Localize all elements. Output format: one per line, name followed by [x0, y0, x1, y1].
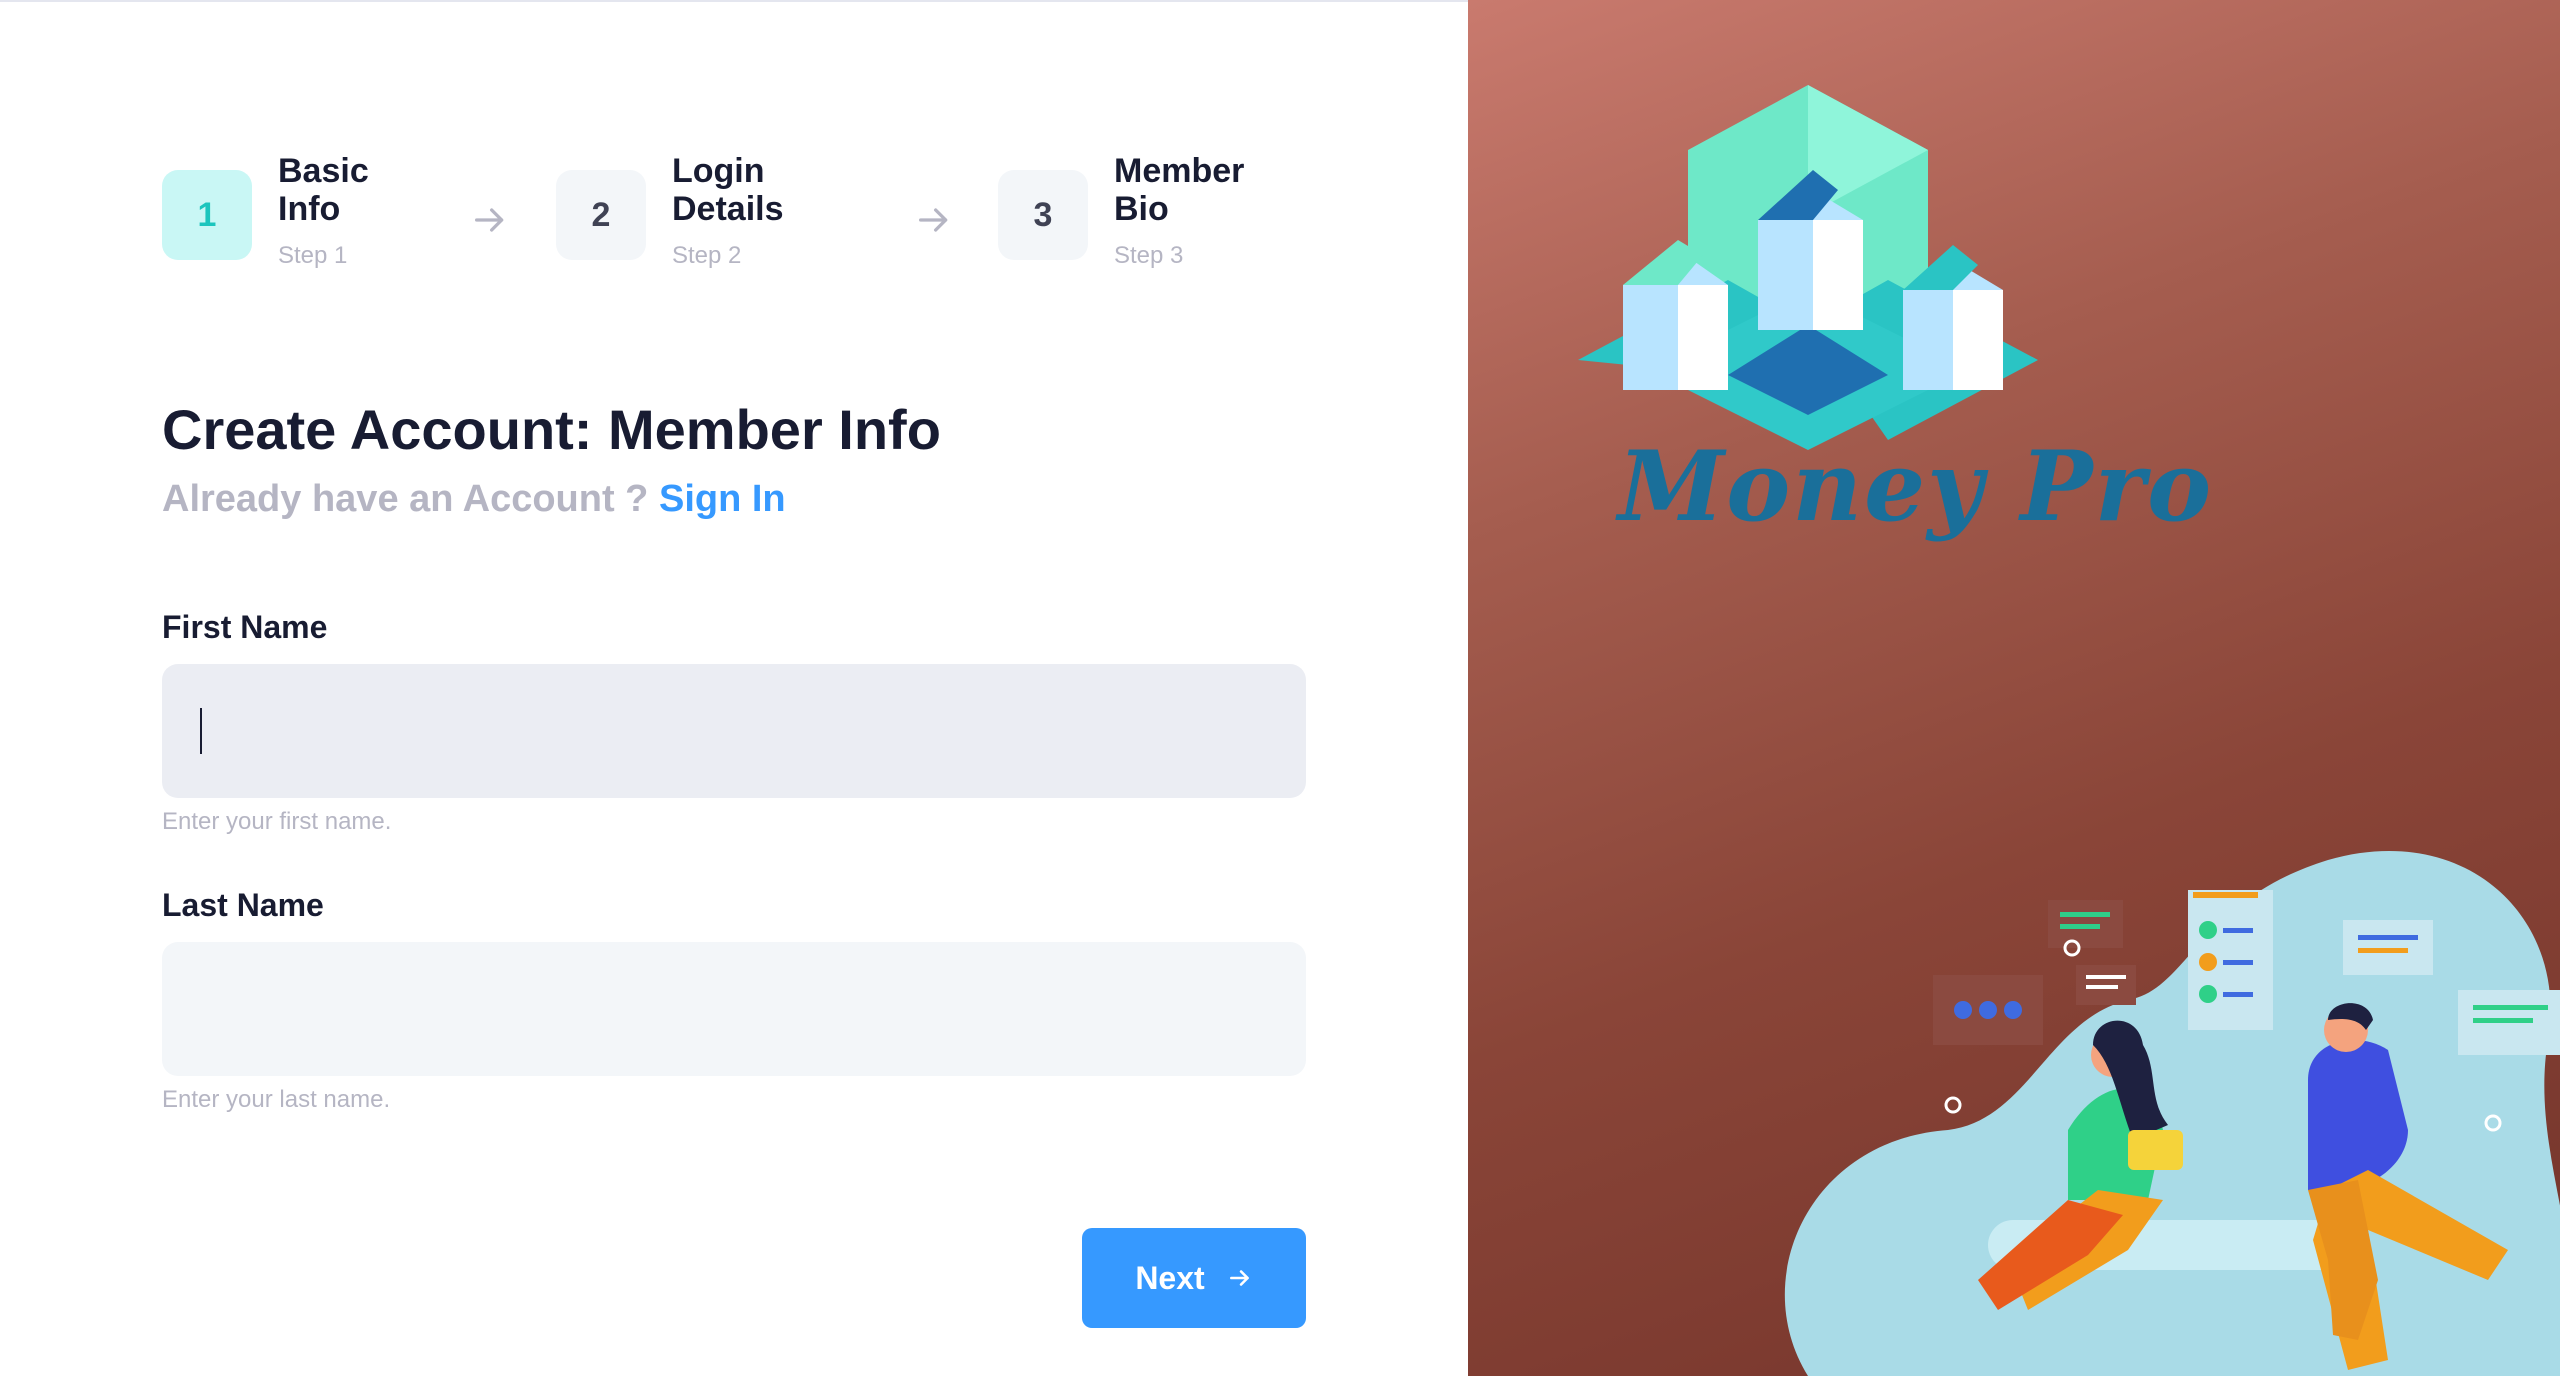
stepper-step-3[interactable]: 3 Member Bio Step 3 — [998, 152, 1264, 270]
step-title-line1: Basic — [278, 152, 369, 190]
stepper-step-2[interactable]: 2 Login Details Step 2 — [556, 152, 822, 270]
form-panel: 1 Basic Info Step 1 2 Login Details Step… — [0, 0, 1468, 1376]
next-button[interactable]: Next — [1082, 1228, 1306, 1328]
step-title-line2: Info — [278, 190, 341, 228]
last-name-hint: Enter your last name. — [162, 1086, 391, 1113]
step-title-line1: Login — [672, 152, 765, 190]
stepper: 1 Basic Info Step 1 2 Login Details Step… — [162, 152, 1312, 282]
sign-in-prompt: Already have an Account ? Sign In — [162, 478, 786, 521]
first-name-hint: Enter your first name. — [162, 808, 392, 835]
step-subtitle: Step 3 — [1114, 242, 1184, 269]
step-subtitle: Step 1 — [278, 242, 348, 269]
step-subtitle: Step 2 — [672, 242, 742, 269]
step-title-line1: Member — [1114, 152, 1245, 190]
already-have-account-text: Already have an Account ? — [162, 478, 649, 520]
step-title-line2: Bio — [1114, 190, 1169, 228]
chevron-right-icon — [1229, 1270, 1249, 1286]
last-name-input[interactable] — [162, 942, 1306, 1076]
first-name-label: First Name — [162, 609, 328, 645]
arrow-right-icon — [919, 208, 948, 232]
page-title: Create Account: Member Info — [162, 398, 941, 461]
sign-in-link[interactable]: Sign In — [659, 478, 786, 520]
text-caret — [200, 708, 202, 754]
step-title-line2: Details — [672, 190, 784, 228]
arrow-right-icon — [475, 208, 504, 232]
stepper-step-1[interactable]: 1 Basic Info Step 1 — [162, 152, 428, 270]
step-number: 1 — [162, 170, 252, 260]
step-number: 3 — [998, 170, 1088, 260]
houses-logo-icon — [1578, 85, 2038, 450]
step-number: 2 — [556, 170, 646, 260]
people-chatting-illustration — [1785, 851, 2560, 1376]
first-name-input[interactable] — [162, 664, 1306, 798]
illustration-panel: Money Pro — [1468, 0, 2560, 1376]
brand-logo-text: Money Pro — [1618, 430, 2214, 543]
last-name-label: Last Name — [162, 887, 324, 923]
next-button-label: Next — [1135, 1259, 1205, 1296]
